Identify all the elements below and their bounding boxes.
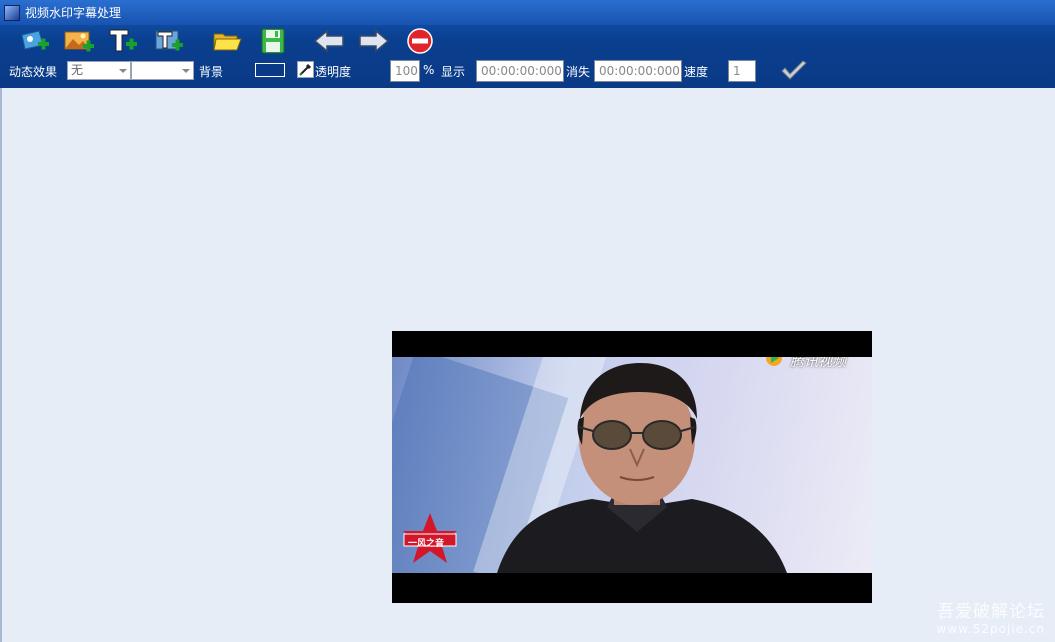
chevron-down-icon (182, 69, 190, 73)
add-image-button[interactable] (62, 26, 96, 56)
apply-button[interactable] (779, 59, 809, 83)
add-text-image-icon (155, 30, 183, 51)
add-video-icon (21, 30, 49, 50)
toolbar: 动态效果 无 背景 透明度 100 % 显示 00:00:00:000 消失 0… (0, 25, 1055, 88)
person-figure (497, 363, 787, 573)
background-color-swatch[interactable] (255, 63, 285, 77)
checkmark-icon (781, 60, 807, 80)
percent-sign: % (423, 63, 435, 77)
badge-text: 一风之音 (408, 539, 445, 549)
window-title: 视频水印字幕处理 (25, 6, 122, 20)
save-button[interactable] (256, 26, 290, 56)
add-image-icon (64, 31, 94, 52)
eyedropper-button[interactable] (297, 61, 314, 78)
hide-label: 消失 (566, 65, 591, 79)
video-frame: 腾讯视频 一风之音 (392, 357, 872, 573)
speed-input[interactable]: 1 (728, 60, 756, 82)
opacity-label: 透明度 (315, 65, 352, 79)
opacity-input[interactable]: 100 (390, 60, 420, 82)
effect-select[interactable]: 无 (67, 61, 131, 80)
show-label: 显示 (441, 65, 466, 79)
video-preview[interactable]: 腾讯视频 一风之音 (392, 331, 872, 603)
arrow-left-icon (313, 29, 344, 53)
chevron-down-icon (119, 69, 127, 73)
effect-label: 动态效果 (9, 65, 58, 79)
effect-select-value: 无 (71, 63, 84, 77)
site-watermark: 吾爱破解论坛 www.52pojie.cn (937, 597, 1045, 636)
add-text-button[interactable] (106, 26, 140, 56)
save-icon (261, 28, 285, 54)
effect-option-select[interactable] (131, 61, 194, 80)
eyedropper-icon (299, 63, 312, 76)
background-label: 背景 (199, 65, 224, 79)
stop-button[interactable] (403, 26, 437, 56)
open-folder-icon (213, 33, 242, 51)
add-text-icon (109, 29, 137, 52)
hide-time-input[interactable]: 00:00:00:000 (594, 60, 682, 82)
properties-row: 动态效果 无 背景 透明度 100 % 显示 00:00:00:000 消失 0… (0, 58, 1055, 86)
add-text-image-button[interactable] (152, 26, 186, 56)
title-bar: 视频水印字幕处理 (0, 0, 1055, 25)
site-watermark-line2: www.52pojie.cn (936, 622, 1045, 636)
show-time-input[interactable]: 00:00:00:000 (476, 60, 564, 82)
site-watermark-line1: 吾爱破解论坛 (937, 602, 1045, 622)
app-icon (4, 4, 20, 21)
video-watermark-text: 腾讯视频 (790, 357, 846, 370)
tencent-video-logo-icon (766, 357, 782, 366)
speed-label: 速度 (684, 65, 709, 79)
open-folder-button[interactable] (210, 26, 244, 56)
stop-icon (407, 28, 433, 54)
arrow-right-icon (359, 29, 390, 53)
add-video-button[interactable] (18, 26, 52, 56)
forward-button[interactable] (357, 26, 391, 56)
back-button[interactable] (312, 26, 346, 56)
